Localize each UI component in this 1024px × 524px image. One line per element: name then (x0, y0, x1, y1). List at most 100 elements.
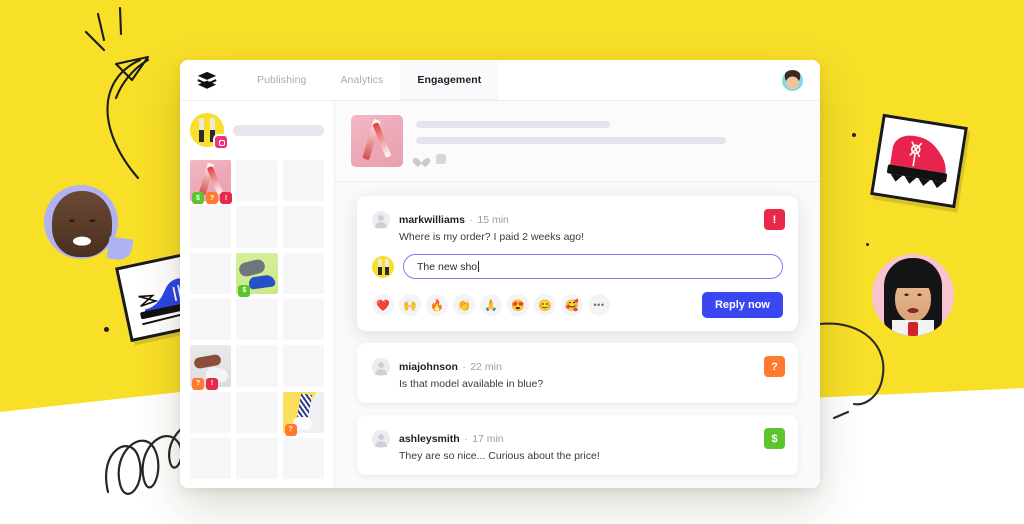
tab-engagement[interactable]: Engagement (400, 60, 499, 100)
comment-card: ? miajohnson · 22 min Is that model avai… (357, 343, 798, 403)
comment-meta: miajohnson · 22 min (399, 357, 543, 375)
page-root: Publishing Analytics Engagement $?! $ ? … (0, 0, 1024, 524)
reply-now-button[interactable]: Reply now (701, 292, 783, 318)
post-grid-cell[interactable]: $?! (190, 160, 232, 205)
man-speech-bubble-photo (44, 185, 118, 259)
post-badges: ?! (192, 377, 218, 390)
post-grid: $?! $ ?! ? (190, 160, 324, 480)
comment-username[interactable]: miajohnson (399, 361, 458, 373)
post-grid-cell[interactable] (236, 437, 278, 480)
comment-body: miajohnson · 22 min Is that model availa… (399, 357, 543, 390)
red-heart-emoji[interactable]: ❤️ (372, 294, 394, 316)
brand-avatar-icon (372, 255, 394, 278)
emoji-row: ❤️ 🙌 🔥 👏 🙏 😍 😊 🥰 ••• Reply now (372, 292, 783, 318)
comment-text: Is that model available in blue? (399, 378, 544, 390)
post-grid-cell[interactable] (236, 160, 278, 202)
decor-dot (866, 243, 869, 246)
app-body: $?! $ ?! ? ! markwilliams · 15 min Where… (180, 101, 820, 488)
post-grid-cell[interactable] (282, 160, 324, 202)
woman-tie (908, 322, 918, 336)
user-avatar-icon[interactable] (781, 69, 804, 92)
status-badge[interactable]: ! (764, 209, 785, 230)
post-grid-cell[interactable] (190, 298, 232, 341)
post-grid-cell[interactable] (282, 437, 324, 480)
status-badge[interactable]: ? (764, 356, 785, 377)
woman-circle-photo (872, 254, 954, 336)
post-grid-cell[interactable] (282, 206, 324, 248)
badge-sales[interactable]: $ (192, 192, 204, 205)
status-badge[interactable]: $ (764, 428, 785, 449)
comment-timestamp: 15 min (477, 214, 509, 226)
comment-header: ashleysmith · 17 min They are so nice...… (372, 429, 783, 462)
post-grid-cell[interactable] (282, 298, 324, 341)
post-grid-cell[interactable]: $ (236, 252, 278, 297)
reply-input-value: The new sho (417, 260, 478, 273)
post-caption-placeholder (416, 115, 804, 167)
post-grid-cell[interactable] (236, 345, 278, 387)
comment-text: Where is my order? I paid 2 weeks ago! (399, 231, 585, 243)
clapping-hands-emoji[interactable]: 👏 (453, 294, 475, 316)
badge-question[interactable]: ? (206, 192, 218, 205)
post-grid-cell[interactable] (190, 437, 232, 480)
decor-dot (852, 133, 856, 137)
badge-question[interactable]: ? (284, 423, 297, 436)
post-grid-cell[interactable] (190, 206, 232, 248)
post-preview (335, 101, 820, 182)
post-grid-cell[interactable] (236, 206, 278, 248)
post-badges: $ (238, 284, 251, 297)
comment-text: They are so nice... Curious about the pr… (399, 450, 600, 462)
comment-separator: · (464, 433, 468, 445)
reply-input[interactable]: The new sho (403, 254, 783, 279)
badge-sales[interactable]: $ (238, 284, 251, 297)
folded-hands-emoji[interactable]: 🙏 (480, 294, 502, 316)
post-grid-cell[interactable] (236, 391, 278, 433)
comment-icon[interactable] (436, 153, 446, 164)
comment-header: miajohnson · 22 min Is that model availa… (372, 357, 783, 390)
tab-analytics[interactable]: Analytics (323, 60, 400, 100)
smiling-face-emoji[interactable]: 😊 (534, 294, 556, 316)
account-name-placeholder (233, 124, 324, 136)
tab-publishing[interactable]: Publishing (240, 60, 323, 100)
comment-timestamp: 22 min (470, 361, 502, 373)
woman-fringe (892, 272, 934, 288)
post-grid-cell[interactable] (190, 252, 232, 294)
post-grid-cell[interactable] (282, 252, 324, 294)
badge-urgent[interactable]: ! (206, 377, 218, 390)
app-window: Publishing Analytics Engagement $?! $ ? … (180, 60, 820, 488)
red-boot-sticker (870, 113, 968, 209)
post-grid-cell[interactable] (190, 391, 232, 433)
comment-card: $ ashleysmith · 17 min They are so nice.… (357, 415, 798, 475)
post-grid-cell[interactable] (236, 298, 278, 341)
post-grid-cell[interactable]: ?! (190, 345, 232, 390)
comment-body: markwilliams · 15 min Where is my order?… (399, 210, 584, 243)
heart-eyes-emoji[interactable]: 😍 (507, 294, 529, 316)
buffer-layers-icon[interactable] (196, 70, 218, 92)
tab-bar: Publishing Analytics Engagement (240, 60, 499, 100)
avatar (372, 358, 390, 376)
fire-emoji[interactable]: 🔥 (426, 294, 448, 316)
comment-timestamp: 17 min (472, 433, 504, 445)
caption-line (416, 137, 727, 144)
app-topbar: Publishing Analytics Engagement (180, 60, 820, 101)
comment-header: markwilliams · 15 min Where is my order?… (372, 210, 783, 243)
comment-meta: markwilliams · 15 min (399, 210, 584, 228)
caption-line (416, 121, 610, 128)
avatar (372, 211, 390, 229)
raising-hands-emoji[interactable]: 🙌 (399, 294, 421, 316)
more-emoji-icon[interactable]: ••• (588, 294, 610, 316)
comment-separator: · (462, 361, 466, 373)
smiling-face-hearts-emoji[interactable]: 🥰 (561, 294, 583, 316)
comment-username[interactable]: ashleysmith (399, 433, 460, 445)
post-badges: $?! (192, 192, 232, 205)
post-grid-cell[interactable] (282, 345, 324, 387)
badge-question[interactable]: ? (192, 377, 204, 390)
text-cursor (478, 261, 480, 272)
post-actions (416, 153, 804, 164)
post-thumbnail-heels[interactable] (351, 115, 403, 167)
badge-urgent[interactable]: ! (220, 192, 232, 205)
post-grid-cell[interactable]: ? (282, 391, 324, 436)
comment-username[interactable]: markwilliams (399, 214, 465, 226)
comment-body: ashleysmith · 17 min They are so nice...… (399, 429, 600, 462)
sidebar-account[interactable] (190, 113, 324, 150)
heart-icon[interactable] (416, 153, 427, 164)
